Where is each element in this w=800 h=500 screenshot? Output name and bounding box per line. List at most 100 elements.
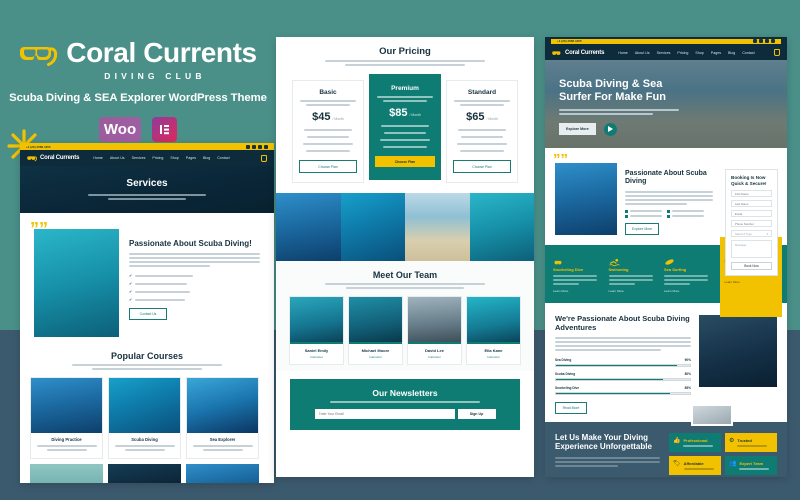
service-link[interactable]: Learn More <box>725 280 778 284</box>
service-link[interactable]: Learn More <box>664 289 717 293</box>
nav-item-services[interactable]: Services <box>132 156 146 160</box>
booking-submit-button[interactable]: Book Now <box>731 262 772 270</box>
newsletter-form[interactable]: Sign Up <box>300 408 510 419</box>
feature-affordable[interactable]: 🏷 Affordable <box>669 455 721 475</box>
shopping-bag-icon[interactable] <box>774 49 780 56</box>
mockup-panel-services[interactable]: +1 (23) 4568 4455 Coral Currents Home Ab… <box>20 143 274 483</box>
gallery-image-divers[interactable] <box>469 193 534 261</box>
team-grid[interactable]: Saniel Emily Instructor Michael Moore In… <box>284 296 526 365</box>
service-link[interactable]: Learn More <box>553 289 606 293</box>
team-card[interactable]: Michael Moore Instructor <box>348 296 403 365</box>
booking-last-name-input[interactable] <box>731 200 772 207</box>
nav-item-contact[interactable]: Contact <box>742 51 754 55</box>
nav-item-about[interactable]: About Us <box>635 51 650 55</box>
footer-link[interactable]: Gallery <box>418 471 456 475</box>
course-image[interactable] <box>30 464 103 483</box>
gallery-image-snorkeler[interactable] <box>276 193 341 261</box>
feature-trusted[interactable]: ⚙ Trusted <box>725 432 777 452</box>
plan-cta-button[interactable]: Choose Plan <box>375 156 435 167</box>
nav-item-blog[interactable]: Blog <box>203 156 210 160</box>
service-link[interactable]: Learn More <box>609 289 662 293</box>
footer-social-icons[interactable] <box>288 474 360 478</box>
nav-item-blog[interactable]: Blog <box>728 51 735 55</box>
topbar-social-icons[interactable] <box>753 39 775 43</box>
nav-item-services[interactable]: Services <box>657 51 671 55</box>
feature-expert-team[interactable]: 👥 Expert Team <box>725 455 777 475</box>
nav-item-pages[interactable]: Pages <box>711 51 721 55</box>
topbar-phone[interactable]: +1 (23) 4568 4455 <box>557 39 582 43</box>
navbar-logo[interactable]: Coral Currents <box>552 49 604 57</box>
navbar-menu[interactable]: Home About Us Services Pricing Shop Page… <box>618 51 754 55</box>
pricing-plans[interactable]: Basic $45 / Month Choose Plan Premium $8… <box>284 74 526 183</box>
booking-type-select[interactable]: Select A Type ▾ <box>731 230 772 237</box>
footer-link[interactable]: Services <box>370 471 408 475</box>
footer-link[interactable]: Home <box>370 453 408 457</box>
plan-cta-button[interactable]: Choose Plan <box>453 160 511 173</box>
footer-phone[interactable]: +1 (123) 456 7890 - 54 <box>466 453 522 457</box>
footer-link[interactable]: Pages <box>370 459 408 463</box>
topbar-phone[interactable]: +1 (23) 4568 4455 <box>26 145 51 149</box>
nav-item-home[interactable]: Home <box>618 51 628 55</box>
service-card-snorkeling[interactable]: Snorkeling Dive Learn More <box>553 254 606 293</box>
adventures-title: We're Passionate About Scuba Diving Adve… <box>555 314 690 332</box>
play-button-icon[interactable] <box>603 122 617 136</box>
courses-subtitle <box>30 364 264 370</box>
nav-item-shop[interactable]: Shop <box>695 51 703 55</box>
site-topbar: +1 (23) 4568 4455 <box>20 143 274 150</box>
site-navbar[interactable]: Coral Currents Home About Us Services Pr… <box>545 45 787 60</box>
navbar-logo[interactable]: Coral Currents <box>27 154 79 162</box>
booking-phone-input[interactable] <box>731 220 772 227</box>
service-card-surfing[interactable]: Sea Surfing Learn More <box>664 254 717 293</box>
cta-feature-grid[interactable]: 👍 Professional ⚙ Trusted 🏷 Affordable 👥 … <box>669 432 777 475</box>
navbar-menu[interactable]: Home About Us Services Pricing Shop Page… <box>93 156 229 160</box>
shopping-bag-icon[interactable] <box>261 154 267 162</box>
site-navbar[interactable]: Coral Currents Home About Us Services Pr… <box>20 150 274 166</box>
courses-grid-row2[interactable] <box>30 464 264 483</box>
service-card-swimming[interactable]: Swimming Learn More <box>608 254 662 293</box>
team-member-role: Instructor <box>487 354 500 359</box>
courses-grid[interactable]: Diving Practice Scuba Diving Sea Explore… <box>30 377 264 459</box>
course-card[interactable]: Diving Practice <box>30 377 103 459</box>
hero-cta-button[interactable]: Explore More <box>559 123 596 136</box>
nav-item-home[interactable]: Home <box>93 156 103 160</box>
team-card[interactable]: Ella Kane Instructor <box>466 296 521 365</box>
booking-form[interactable]: Booking Is Now Quick & Secure! Select A … <box>725 169 778 276</box>
footer-link[interactable]: FAQ's <box>418 459 456 463</box>
nav-item-about[interactable]: About Us <box>110 156 125 160</box>
booking-message-textarea[interactable]: Message <box>731 240 772 258</box>
nav-item-pages[interactable]: Pages <box>186 156 196 160</box>
feature-professional[interactable]: 👍 Professional <box>669 432 721 452</box>
footer-call-button[interactable]: Call Us <box>466 470 498 477</box>
nav-item-shop[interactable]: Shop <box>170 156 178 160</box>
booking-email-input[interactable] <box>731 210 772 217</box>
adventures-cta-button[interactable]: Read More <box>555 401 587 414</box>
course-card[interactable]: Sea Explorer <box>186 377 259 459</box>
pricing-card-basic[interactable]: Basic $45 / Month Choose Plan <box>292 80 364 183</box>
gallery-strip[interactable] <box>276 193 534 261</box>
team-card[interactable]: David Lee Instructor <box>407 296 462 365</box>
about-cta-button[interactable]: Contact Us <box>129 308 167 321</box>
pricing-card-standard[interactable]: Standard $65 / Month Choose Plan <box>446 80 518 183</box>
footer-link[interactable]: About Us <box>370 465 408 469</box>
course-image[interactable] <box>186 464 259 483</box>
plan-cta-button[interactable]: Choose Plan <box>299 160 357 173</box>
mockup-panel-pricing[interactable]: Our Pricing Basic $45 / Month Choose Pla… <box>276 37 534 477</box>
nav-item-contact[interactable]: Contact <box>217 156 229 160</box>
nav-item-pricing[interactable]: Pricing <box>677 51 688 55</box>
gallery-image-surfer[interactable] <box>405 193 470 261</box>
footer-link[interactable]: Contact Us <box>418 453 456 457</box>
mockup-panel-home[interactable]: +1 (23) 4568 4455 Coral Currents Home Ab… <box>545 37 787 477</box>
topbar-social-icons[interactable] <box>246 144 268 149</box>
footer-link[interactable]: T & C <box>418 465 456 469</box>
pricing-card-premium[interactable]: Premium $85 / Month Choose Plan <box>369 74 441 180</box>
course-image[interactable] <box>108 464 181 483</box>
newsletter-email-input[interactable] <box>314 408 455 419</box>
nav-item-pricing[interactable]: Pricing <box>152 156 163 160</box>
gallery-image-turtle[interactable] <box>340 193 405 261</box>
footer-col-heading: Navigation <box>370 445 391 451</box>
about-cta-button[interactable]: Explore More <box>625 222 659 235</box>
team-card[interactable]: Saniel Emily Instructor <box>289 296 344 365</box>
course-card[interactable]: Scuba Diving <box>108 377 181 459</box>
booking-first-name-input[interactable] <box>731 190 772 197</box>
newsletter-signup-button[interactable]: Sign Up <box>457 408 496 419</box>
